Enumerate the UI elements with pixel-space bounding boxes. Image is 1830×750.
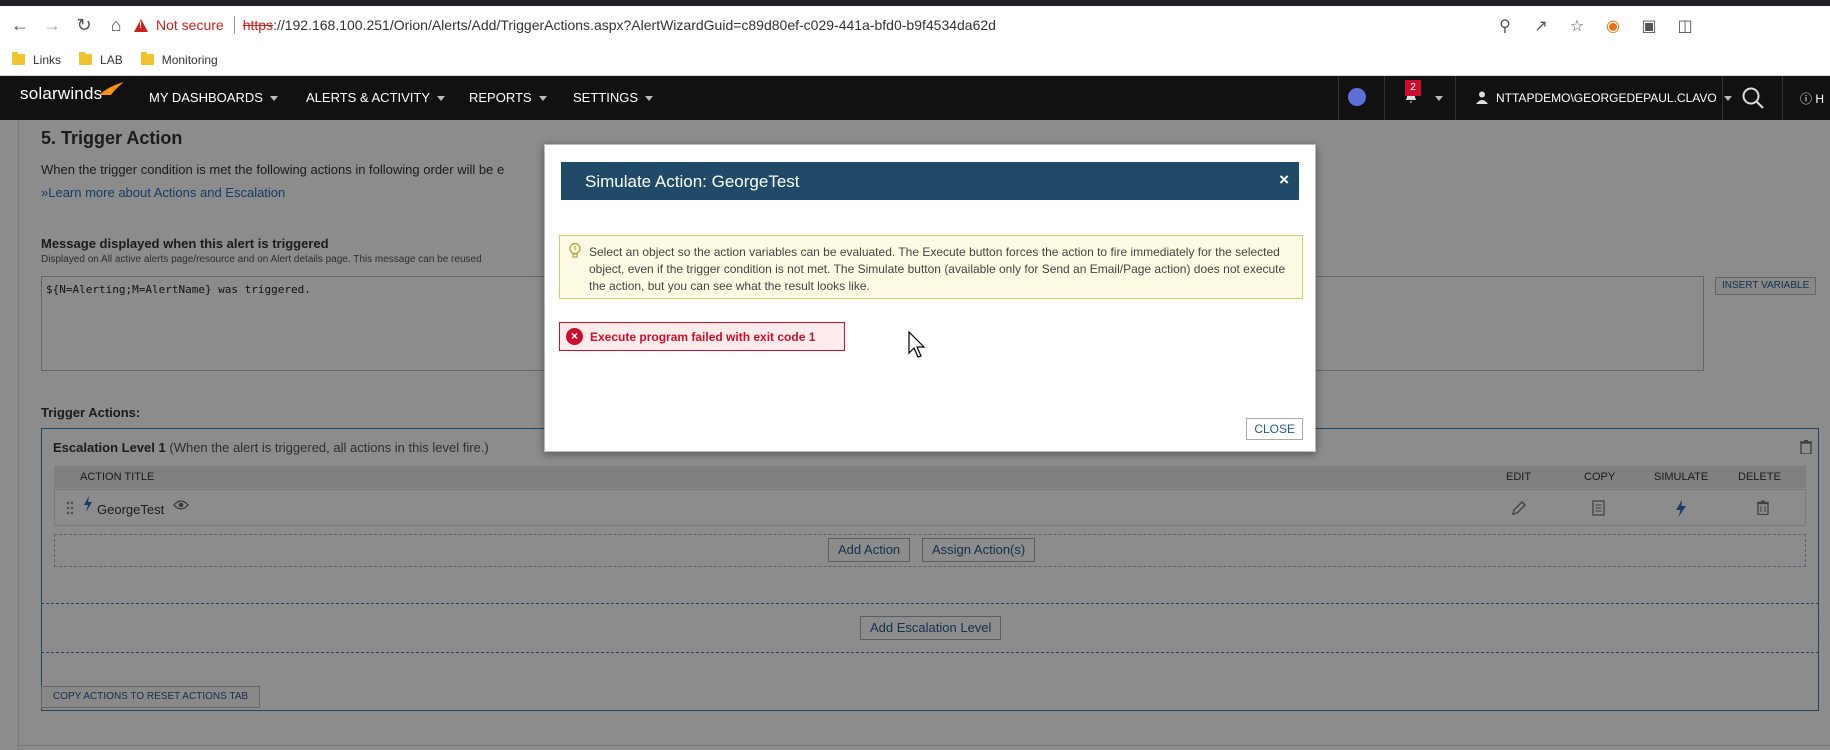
mouse-cursor-icon <box>908 331 926 358</box>
puzzle-icon[interactable]: ▣ <box>1640 16 1658 36</box>
alert-count-badge[interactable]: 2 <box>1405 80 1421 96</box>
chevron-down-icon <box>538 96 547 102</box>
user-icon <box>1476 91 1488 104</box>
folder-icon <box>12 52 25 65</box>
error-text: Execute program failed with exit code 1 <box>590 330 816 344</box>
orion-maps-icon[interactable] <box>1348 88 1366 106</box>
nav-divider <box>1782 76 1783 120</box>
star-icon[interactable]: ☆ <box>1568 16 1586 36</box>
close-icon[interactable]: × <box>1279 170 1289 190</box>
folder-icon <box>140 52 154 65</box>
nav-divider <box>1455 76 1456 120</box>
url-scheme: https <box>242 17 274 33</box>
forward-icon[interactable]: → <box>36 9 68 41</box>
nav-divider <box>1722 76 1723 120</box>
dialog-header: Simulate Action: GeorgeTest × <box>561 162 1299 200</box>
dialog-title: Simulate Action: GeorgeTest <box>585 172 800 191</box>
help-menu[interactable]: ⓘ H <box>1800 90 1824 107</box>
hint-text: Select an object so the action variables… <box>589 245 1286 293</box>
sidepanel-icon[interactable]: ◫ <box>1676 16 1694 36</box>
top-navigation: solarwinds MY DASHBOARDS ALERTS & ACTIVI… <box>0 76 1830 120</box>
chevron-down-icon <box>437 96 446 102</box>
omnibox-actions: ⚲ ↗ ☆ ◉ ▣ ◫ <box>1496 16 1694 36</box>
nav-divider <box>1338 76 1339 120</box>
logo-flame-icon <box>99 82 124 95</box>
chevron-down-icon <box>1723 96 1732 102</box>
url-omnibox[interactable]: Not secure https://192.168.100.251/Orion… <box>134 10 1694 40</box>
url-text: ://192.168.100.251/Orion/Alerts/Add/Trig… <box>273 17 996 33</box>
address-bar: ← → ↻ ⌂ Not secure https://192.168.100.2… <box>0 6 1830 44</box>
back-icon[interactable]: ← <box>4 9 36 41</box>
home-icon[interactable]: ⌂ <box>100 9 132 41</box>
simulate-action-dialog: Simulate Action: GeorgeTest × Select an … <box>544 144 1316 452</box>
zoom-icon[interactable]: ⚲ <box>1496 16 1514 36</box>
omnibox-separator <box>233 16 235 34</box>
bookmark-monitoring[interactable]: Monitoring <box>140 52 218 67</box>
nav-alerts-activity[interactable]: ALERTS & ACTIVITY <box>306 90 446 105</box>
user-menu[interactable]: NTTAPDEMO\GEORGEDEPAUL.CLAVO <box>1496 91 1732 105</box>
hint-box: Select an object so the action variables… <box>559 235 1303 299</box>
not-secure-label: Not secure <box>156 17 224 33</box>
solarwinds-logo[interactable]: solarwinds <box>20 84 102 104</box>
nav-divider <box>1384 76 1385 120</box>
nav-my-dashboards[interactable]: MY DASHBOARDS <box>149 90 278 105</box>
chevron-down-icon[interactable] <box>1435 96 1443 101</box>
bookmarks-bar: Links LAB Monitoring <box>0 44 1830 76</box>
search-icon[interactable] <box>1741 86 1765 110</box>
warning-icon <box>134 18 148 32</box>
reload-icon[interactable]: ↻ <box>68 9 100 41</box>
chevron-down-icon <box>645 96 654 102</box>
nav-reports[interactable]: REPORTS <box>469 90 547 105</box>
share-icon[interactable]: ↗ <box>1532 16 1550 36</box>
close-button[interactable]: CLOSE <box>1246 418 1303 440</box>
bookmark-lab[interactable]: LAB <box>79 52 123 67</box>
error-x-icon: × <box>566 328 583 345</box>
error-message: × Execute program failed with exit code … <box>559 322 845 351</box>
nav-settings[interactable]: SETTINGS <box>573 90 654 105</box>
bookmark-links[interactable]: Links <box>12 52 61 67</box>
chevron-down-icon <box>269 96 278 102</box>
folder-icon <box>79 52 93 65</box>
extension-eye-icon[interactable]: ◉ <box>1604 16 1622 36</box>
lightbulb-icon <box>569 242 581 258</box>
